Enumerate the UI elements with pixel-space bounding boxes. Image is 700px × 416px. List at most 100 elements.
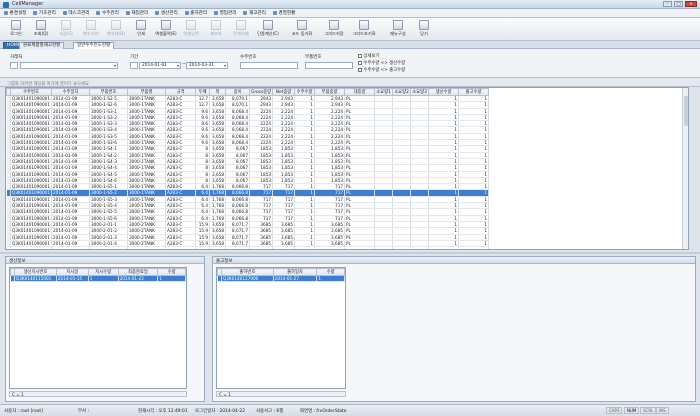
menu-item-3[interactable]: 수주관리 — [96, 10, 119, 16]
column-header[interactable]: 수량 — [157, 268, 186, 276]
menu-item-6[interactable]: 출하관리 — [184, 10, 208, 16]
table-cell: Q3K01401090001 — [10, 158, 53, 166]
column-header[interactable]: 규격 — [165, 88, 197, 96]
menu-item-0[interactable]: 환경설정 — [4, 10, 26, 16]
production-grid[interactable]: 생산지시번호 지시일 지시수량 최종완료일 수량 Q3K0140115001 2014-01… — [9, 267, 187, 389]
production-panel: 생산정보 생산지시번호 지시일 지시수량 최종완료일 수량 Q3K0140115001 20… — [5, 256, 205, 402]
table-cell: 3,658 — [209, 240, 227, 248]
scrollbar-thumb[interactable] — [684, 96, 688, 126]
order-vs-shipping-checkbox[interactable]: 수주수량 <> 출고수량 — [358, 67, 405, 73]
column-header[interactable]: 출하일자 — [272, 268, 318, 276]
menu-item-2[interactable]: 데스크관리 — [62, 10, 89, 16]
order-no-label: 수주번호 — [240, 55, 257, 60]
delete-all-button[interactable]: 전체삭제 — [229, 20, 253, 39]
period-check[interactable] — [130, 62, 138, 69]
table-row[interactable]: Q3K0140115001 2014-01-15 1 2014-01-22 1 — [10, 275, 186, 283]
close-button[interactable]: 닫기 — [412, 20, 436, 39]
grid-vertical-scrollbar[interactable] — [682, 88, 688, 249]
table-cell: 3,658 — [209, 234, 227, 241]
login-button[interactable]: 로그인 — [4, 20, 28, 39]
grid-reset-label: 그리드초기화 — [352, 31, 376, 36]
column-header[interactable]: 수주수량 — [294, 88, 316, 96]
table-row[interactable]: Q3K0140127000 2014-01-27 1 — [217, 275, 345, 283]
column-header[interactable]: 길이 — [225, 88, 251, 96]
grid-reset-icon — [359, 20, 369, 30]
column-header[interactable]: 출하번호 — [220, 268, 274, 276]
tab-order-progress[interactable]: 일반수주진도현황 — [73, 42, 115, 49]
menu-item-7[interactable]: 영업관리 — [214, 10, 236, 16]
table-cell: Q3K01401090001 — [10, 189, 53, 197]
column-header[interactable]: 부품번호 — [89, 88, 129, 96]
menu-config-button[interactable]: 메뉴구성 — [386, 20, 410, 39]
menu-item-9[interactable]: 경영현황 — [272, 10, 295, 16]
excel-export-button[interactable]: 엑셀출력(E) — [154, 20, 178, 39]
column-header[interactable]: 수주번호 — [9, 88, 53, 96]
group-by-hint[interactable]: 그룹화 하려면 헤딩을 여기에 끌어다 놓으세요 — [0, 78, 700, 87]
column-header[interactable]: 수량 — [316, 268, 345, 276]
column-header[interactable]: 지시일 — [55, 268, 89, 276]
delete-row-button[interactable]: 행삭제(D) — [104, 20, 128, 39]
detail-view-checkbox[interactable]: 상세보기 — [358, 53, 379, 59]
table-cell: 2014-01-15 — [56, 275, 89, 283]
reload-button[interactable]: 재조회 — [204, 20, 228, 39]
column-header[interactable]: 두께 — [195, 88, 211, 96]
menu-item-4[interactable]: 재입관리 — [125, 10, 148, 16]
column-header[interactable]: 생산지시번호 — [13, 268, 57, 276]
save-button[interactable]: 저장(S) — [54, 20, 78, 39]
part-no-label: 부품번호 — [305, 55, 322, 60]
tab-raw-material-stock[interactable]: 원료제품별재고현황 — [19, 42, 65, 49]
panel-splitter[interactable] — [0, 252, 700, 254]
menu-item-1[interactable]: 기초관리 — [33, 10, 56, 16]
order-vs-production-checkbox[interactable]: 수주수량 <> 생산수량 — [358, 60, 405, 66]
column-header[interactable]: 소요량3 — [410, 88, 430, 96]
column-header[interactable]: Gross중량 — [249, 88, 274, 96]
grid-reset-button[interactable]: 그리드초기화 — [352, 20, 376, 39]
column-header[interactable]: 소요량2 — [392, 88, 412, 96]
column-header[interactable]: 지시수량 — [87, 268, 119, 276]
code-sync-icon — [297, 20, 307, 30]
table-cell: Q3K01401090001 — [10, 114, 53, 122]
column-header[interactable]: 수주일자 — [51, 88, 91, 96]
window-title: CellManager — [12, 1, 44, 7]
date-from-input[interactable]: 2014-01-01 — [139, 62, 181, 69]
table-cell: Q3K01401090001 — [10, 101, 53, 109]
empty-cell — [428, 246, 460, 249]
table-cell: 3,658 — [209, 120, 227, 128]
column-header[interactable]: 부품명 — [127, 88, 167, 96]
grid-save-button[interactable]: 그리드저장 — [322, 20, 346, 39]
customer-select[interactable] — [20, 62, 118, 69]
empty-cell — [344, 246, 376, 249]
add-row-icon — [86, 20, 96, 30]
column-header[interactable]: 생산수량 — [428, 88, 460, 96]
shipping-grid[interactable]: 출하번호 출하일자 수량 Q3K0140127000 2014-01-27 1 — [216, 267, 346, 389]
menu-label: 출하관리 — [190, 11, 208, 16]
order-progress-grid[interactable]: 수주번호 수주일자 부품번호 부품명 규격 두께 폭 길이 Gross중량 Net중량 수주수량 부품… — [5, 87, 689, 250]
menu-item-8[interactable]: 재고관리 — [243, 10, 266, 16]
column-header[interactable]: 출고수량 — [458, 88, 490, 96]
close-window-button[interactable]: × — [685, 1, 697, 7]
excel-import-button[interactable]: 엑셀입력 — [179, 20, 203, 39]
table-cell: 3,658 — [209, 95, 227, 103]
menu-label: 생산관리 — [160, 11, 178, 16]
date-to-input[interactable]: 2014-03-31 — [186, 62, 228, 69]
column-header[interactable]: 최종완료일 — [117, 268, 159, 276]
code-sync-button[interactable]: 코드 동기화 — [290, 20, 314, 39]
add-row-label: 행추가(I) — [82, 31, 100, 36]
minimize-button[interactable]: – — [663, 1, 672, 7]
calc-button[interactable]: 단종계산(C) — [256, 20, 280, 39]
print-button[interactable]: 인쇄 — [129, 20, 153, 39]
search-button[interactable]: 조회(Q) — [29, 20, 53, 39]
order-no-input[interactable] — [240, 62, 298, 69]
customer-code-input[interactable] — [10, 62, 18, 69]
column-header[interactable]: 폭 — [209, 88, 227, 96]
menu-icon — [62, 11, 67, 15]
maximize-button[interactable]: □ — [674, 1, 683, 7]
column-header[interactable]: Net중량 — [272, 88, 296, 96]
column-header[interactable]: 부품중량 — [314, 88, 346, 96]
column-header[interactable]: 대중량 — [344, 88, 376, 96]
table-cell: 1,768 — [209, 215, 227, 222]
part-no-input[interactable] — [305, 62, 353, 69]
menu-item-5[interactable]: 생산관리 — [155, 10, 178, 16]
add-row-button[interactable]: 행추가(I) — [79, 20, 103, 39]
column-header[interactable]: 소요량1 — [374, 88, 394, 96]
